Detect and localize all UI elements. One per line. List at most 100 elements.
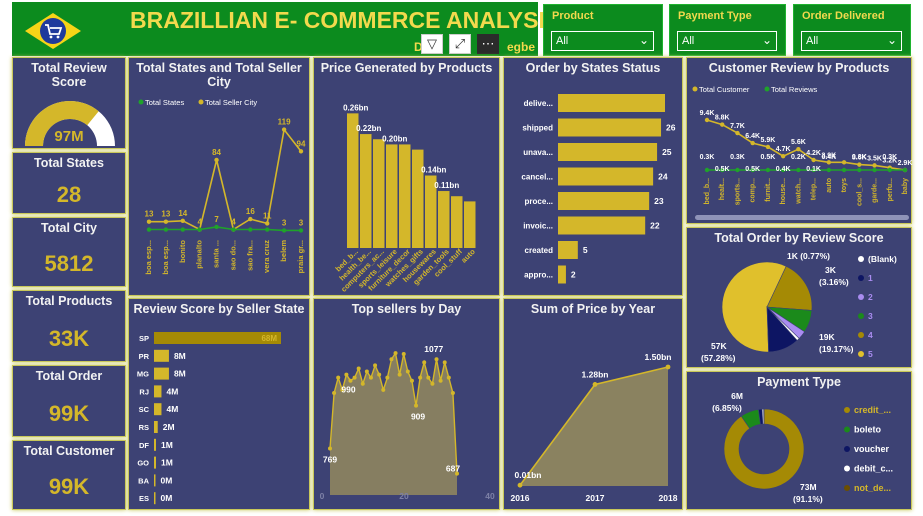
data-label: 687	[446, 464, 460, 474]
legend-label: Total Reviews	[771, 85, 818, 94]
data-label: 19K	[819, 332, 835, 342]
legend-label: Total Seller City	[205, 98, 257, 107]
x-tick-label: comp...	[750, 178, 757, 203]
data-point	[298, 228, 304, 233]
legend-label: 5	[868, 349, 873, 359]
kpi-total-customer[interactable]: Total Customer 99K	[12, 440, 126, 510]
legend-marker	[844, 465, 850, 472]
data-label: (3.16%)	[819, 277, 849, 287]
data-point	[426, 375, 431, 380]
data-point	[796, 147, 801, 152]
chart-svg: (Blank) 1 2 3 4 5 1K (0.77%) 3K (3.16%) 19K (19.17…	[701, 251, 897, 363]
data-label: 84	[212, 148, 221, 157]
data-label: 3.5K	[867, 155, 882, 162]
data-point	[389, 357, 394, 362]
data-label: 11	[263, 211, 272, 220]
bar	[154, 385, 162, 398]
chart-sum-price-by-year[interactable]: Sum of Price by Year 0.01bn 2016 1.28bn 201…	[503, 298, 683, 510]
data-label: 8M	[174, 369, 186, 379]
x-tick-label: praia gr...	[296, 240, 305, 273]
chart-payment-type[interactable]: Payment Type credit_... boleto voucher debi…	[686, 371, 912, 510]
data-point	[796, 167, 801, 173]
kpi-value: 28	[56, 182, 82, 207]
bar	[464, 201, 476, 248]
x-tick-label: boa esp...	[161, 240, 170, 275]
bar	[154, 367, 169, 380]
x-tick-label: telep...	[811, 178, 818, 200]
bar	[154, 421, 158, 433]
y-tick-label: invoic...	[523, 222, 553, 231]
y-tick-label: GO	[137, 459, 149, 468]
chevron-down-icon: ⌄	[761, 33, 772, 47]
filter-icon[interactable]: ▽	[421, 34, 443, 54]
chart-customer-review-by-products[interactable]: Customer Review by Products Total Custom…	[686, 57, 912, 224]
data-point	[665, 364, 671, 370]
horizontal-scrollbar[interactable]	[695, 215, 909, 220]
kpi-total-city[interactable]: Total City 5812	[12, 217, 126, 287]
chart-price-by-products[interactable]: Price Generated by Products 0.26bn bed_b.…	[313, 57, 500, 296]
slicer-order-delivered[interactable]: Order Delivered All ⌄	[793, 4, 911, 56]
data-label: 9.4K	[700, 110, 715, 117]
kpi-title: Total Products	[25, 294, 113, 308]
slicer-payment-type-dropdown[interactable]: All ⌄	[677, 31, 777, 51]
kpi-total-review-score[interactable]: Total Review Score 97M	[12, 57, 126, 149]
more-options-icon[interactable]: ⋯	[477, 34, 499, 54]
chart-order-by-status[interactable]: Order by States Status delive... shipped 2…	[503, 57, 683, 296]
legend-label: voucher	[854, 444, 890, 454]
data-label: 0.4K	[821, 154, 836, 161]
data-point	[281, 228, 287, 233]
slicer-payment-type[interactable]: Payment Type All ⌄	[669, 4, 786, 56]
data-point	[332, 391, 337, 395]
bar	[558, 167, 654, 186]
bar	[386, 144, 398, 248]
bar	[154, 456, 156, 469]
y-tick-label: cancel...	[521, 173, 553, 182]
data-label: 0.5K	[761, 154, 776, 161]
y-tick-label: created	[525, 246, 554, 255]
kpi-title: Total Order	[35, 369, 103, 383]
bar	[360, 134, 372, 248]
chart-review-by-seller-state[interactable]: Review Score by Seller State SP 68M PR 8M MG…	[128, 298, 310, 510]
slicer-product-dropdown[interactable]: All ⌄	[551, 31, 654, 51]
data-label: 1M	[161, 440, 173, 450]
kpi-total-order[interactable]: Total Order 99K	[12, 365, 126, 437]
data-point	[434, 357, 439, 362]
chart-order-by-review-score[interactable]: Total Order by Review Score (Blank) 1 2 3 4 5…	[686, 227, 912, 368]
bar	[154, 492, 156, 505]
data-label: 0.3K	[730, 154, 745, 161]
data-label: 7	[214, 215, 219, 224]
data-label: 119	[278, 118, 291, 127]
kpi-value: 33K	[48, 326, 90, 351]
y-tick-label: SP	[139, 334, 149, 343]
data-label: 5.6K	[791, 139, 806, 146]
data-point	[381, 387, 386, 392]
chart-states-seller-city[interactable]: Total States and Total Seller City Total…	[128, 57, 310, 296]
focus-mode-icon[interactable]: ⤢	[449, 34, 471, 54]
data-label: 13	[145, 210, 154, 219]
data-label: 68M	[261, 334, 277, 343]
area-fill	[330, 353, 457, 495]
slicer-order-delivered-dropdown[interactable]: All ⌄	[801, 31, 902, 51]
y-tick-label: unava...	[523, 148, 553, 157]
bar	[558, 216, 646, 235]
data-point	[720, 122, 725, 127]
legend-label: (Blank)	[868, 254, 897, 264]
data-point	[265, 227, 270, 232]
y-tick-label: proce...	[525, 197, 553, 206]
data-point	[393, 351, 398, 356]
legend-marker	[858, 275, 864, 281]
kpi-total-products[interactable]: Total Products 33K	[12, 290, 126, 362]
data-point	[231, 227, 236, 232]
data-label: 14	[178, 209, 187, 218]
chart-top-sellers-by-day[interactable]: Top sellers by Day 769 1077 909 990 687 0 20 40	[313, 298, 500, 510]
kpi-total-states[interactable]: Total States 28	[12, 152, 126, 214]
x-tick-label: cool_s...	[856, 178, 863, 206]
slicer-product[interactable]: Product All ⌄	[543, 4, 663, 56]
data-label: 26	[666, 123, 676, 133]
slicer-order-delivered-label: Order Delivered	[802, 10, 885, 22]
data-point	[841, 167, 847, 173]
data-label: 1M	[161, 458, 173, 468]
data-point	[872, 167, 877, 173]
bar	[154, 403, 162, 416]
data-point	[704, 117, 710, 123]
